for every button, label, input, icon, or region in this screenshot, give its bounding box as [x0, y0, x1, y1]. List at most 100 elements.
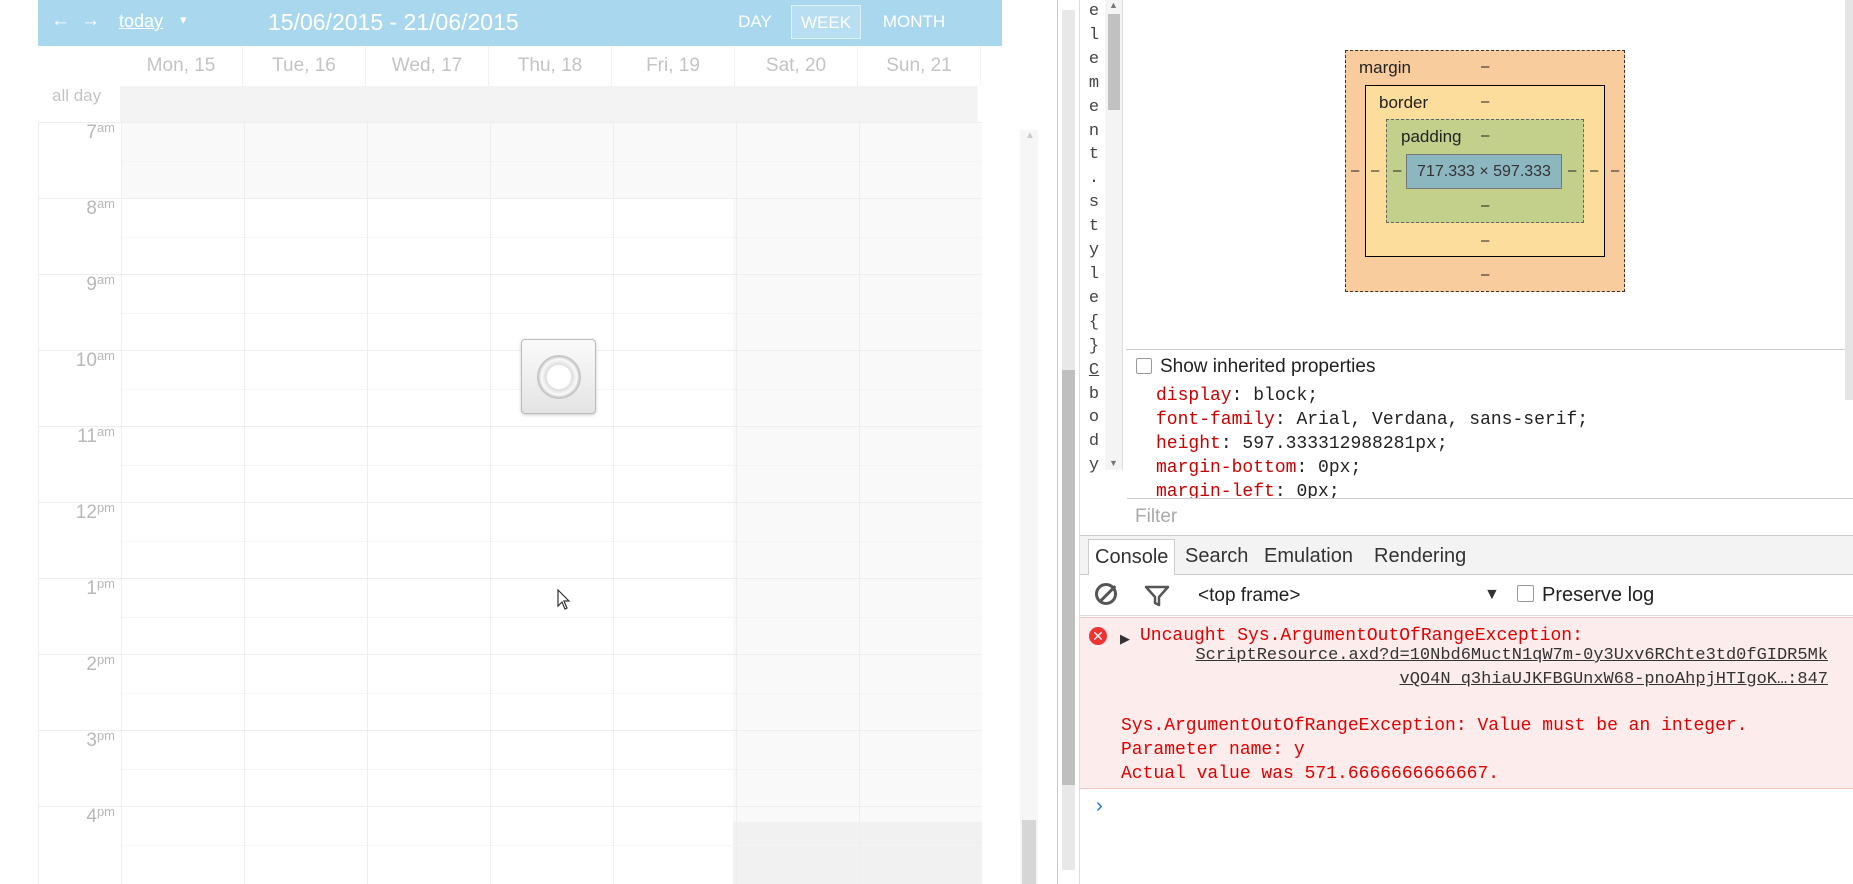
box-model-diagram: 717.333 × 597.333 margin border padding … [1126, 0, 1853, 350]
hour-row: 8am [39, 196, 982, 274]
chevron-down-icon[interactable]: ▾ [180, 12, 187, 28]
hour-row: 1pm [39, 576, 982, 654]
scroll-up-icon[interactable]: ▲ [1025, 130, 1035, 141]
day-header[interactable]: Wed, 17 [366, 46, 489, 86]
border-right-value[interactable]: – [1590, 162, 1598, 179]
padding-bottom-value[interactable]: – [1481, 197, 1489, 214]
margin-right-value[interactable]: – [1611, 162, 1619, 179]
padding-right-value[interactable]: – [1568, 162, 1576, 179]
error-icon: ✕ [1089, 627, 1107, 645]
time-grid[interactable]: 7am 8am 9am 10am 11am 12pm 1pm 2pm 3pm 4… [38, 122, 982, 884]
border-label: border [1379, 93, 1429, 112]
drawer-tabs: Console Search Emulation Rendering [1080, 535, 1853, 575]
view-month-button[interactable]: MONTH [871, 5, 957, 39]
preserve-log-label[interactable]: Preserve log [1542, 584, 1654, 607]
dropdown-arrow-icon[interactable]: ▼ [1484, 586, 1500, 604]
hour-row: 12pm [39, 500, 982, 578]
border-bottom-value[interactable]: – [1481, 232, 1489, 249]
property-row[interactable]: margin-bottom: 0px; [1077, 456, 1837, 480]
tab-rendering[interactable]: Rendering [1368, 539, 1472, 575]
property-row[interactable]: height: 597.333312988281px; [1077, 432, 1837, 456]
preserve-log-checkbox[interactable] [1517, 585, 1534, 602]
scroll-thumb[interactable] [1062, 370, 1075, 785]
column-divider [367, 122, 368, 884]
hour-label: 2pm [86, 652, 115, 675]
padding-left-value[interactable]: – [1393, 162, 1401, 179]
margin-bottom-value[interactable]: – [1481, 266, 1489, 283]
show-inherited-checkbox[interactable] [1136, 358, 1152, 374]
next-arrow-icon[interactable]: → [81, 10, 100, 32]
console-toolbar: <top frame> ▼ Preserve log [1080, 576, 1853, 616]
border-top-value[interactable]: – [1481, 93, 1489, 110]
hour-label: 11am [77, 424, 115, 447]
tab-emulation[interactable]: Emulation [1258, 539, 1359, 575]
expand-triangle-icon[interactable]: ▶ [1120, 628, 1130, 652]
hour-row: 3pm [39, 728, 982, 806]
margin-top-value[interactable]: – [1481, 58, 1489, 75]
calendar-scrollbar[interactable]: ▲ [1020, 130, 1038, 884]
hour-label: 9am [86, 272, 115, 295]
day-header[interactable]: Sat, 20 [735, 46, 858, 86]
all-day-cells[interactable] [120, 86, 978, 122]
margin-left-value[interactable]: – [1351, 162, 1359, 179]
property-row[interactable]: font-family: Arial, Verdana, sans-serif; [1077, 408, 1837, 432]
console-prompt-icon[interactable]: › [1096, 795, 1103, 818]
scroll-thumb[interactable] [1022, 820, 1036, 884]
hour-row: 4pm [39, 804, 982, 882]
day-header[interactable]: Mon, 15 [120, 46, 243, 86]
computed-properties: display: block; font-family: Arial, Verd… [1077, 384, 1837, 498]
hour-row: 7am [39, 122, 982, 198]
frame-select[interactable]: <top frame> [1198, 585, 1300, 607]
show-inherited-label[interactable]: Show inherited properties [1160, 356, 1375, 378]
today-button[interactable]: today [119, 11, 163, 32]
error-details: Sys.ArgumentOutOfRangeException: Value m… [1121, 716, 1748, 784]
day-header[interactable]: Fri, 19 [612, 46, 735, 86]
day-headers: Mon, 15 Tue, 16 Wed, 17 Thu, 18 Fri, 19 … [38, 46, 1002, 86]
all-day-row: all day [38, 86, 978, 122]
hour-label: 7am [86, 122, 115, 143]
day-header[interactable]: Tue, 16 [243, 46, 366, 86]
hour-row: 9am [39, 272, 982, 350]
styles-filter-input[interactable]: Filter [1127, 498, 1853, 534]
scroll-up-icon[interactable]: ▲ [1109, 0, 1118, 10]
clear-console-icon[interactable] [1095, 583, 1117, 605]
view-week-button[interactable]: WEEK [791, 5, 861, 39]
mouse-cursor-icon [557, 589, 571, 610]
day-header[interactable]: Sun, 21 [858, 46, 981, 86]
hour-label: 8am [86, 196, 115, 219]
calendar: ← → today ▾ 15/06/2015 - 21/06/2015 DAY … [38, 0, 1038, 884]
padding-top-value[interactable]: – [1481, 127, 1489, 144]
tab-search[interactable]: Search [1179, 539, 1254, 575]
hour-label: 12pm [75, 500, 115, 523]
filter-icon[interactable] [1144, 584, 1170, 608]
hour-row: 10am [39, 348, 982, 426]
console-error-message: ✕ ▶ Uncaught Sys.ArgumentOutOfRangeExcep… [1080, 617, 1853, 789]
padding-label: padding [1401, 127, 1462, 146]
scroll-thumb[interactable] [1108, 14, 1120, 110]
calendar-toolbar: ← → today ▾ 15/06/2015 - 21/06/2015 DAY … [38, 0, 1002, 46]
border-left-value[interactable]: – [1371, 162, 1379, 179]
column-divider [613, 122, 614, 884]
hour-label: 3pm [86, 728, 115, 751]
view-day-button[interactable]: DAY [728, 5, 782, 39]
column-divider [736, 122, 737, 884]
hour-label: 4pm [86, 804, 115, 827]
column-divider [121, 122, 122, 884]
show-inherited-row[interactable]: Show inherited properties [1136, 354, 1853, 378]
column-divider [490, 122, 491, 884]
property-row[interactable]: display: block; [1077, 384, 1837, 408]
all-day-label: all day [52, 86, 102, 105]
spinner-ring-icon [537, 355, 581, 399]
hour-row: 11am [39, 424, 982, 502]
property-row[interactable]: margin-left: 0px; [1077, 480, 1837, 498]
column-divider [244, 122, 245, 884]
error-source-link[interactable]: ScriptResource.axd?d=10Nbd6MuctN1qW7m-0y… [1188, 644, 1828, 692]
styles-right-scrollbar[interactable] [1845, 0, 1853, 400]
column-divider [859, 122, 860, 884]
hour-label: 1pm [86, 576, 115, 599]
prev-arrow-icon[interactable]: ← [51, 10, 70, 32]
day-header[interactable]: Thu, 18 [489, 46, 612, 86]
tab-console[interactable]: Console [1088, 539, 1176, 575]
box-model-content[interactable]: 717.333 × 597.333 [1406, 154, 1562, 189]
hour-label: 10am [75, 348, 115, 371]
